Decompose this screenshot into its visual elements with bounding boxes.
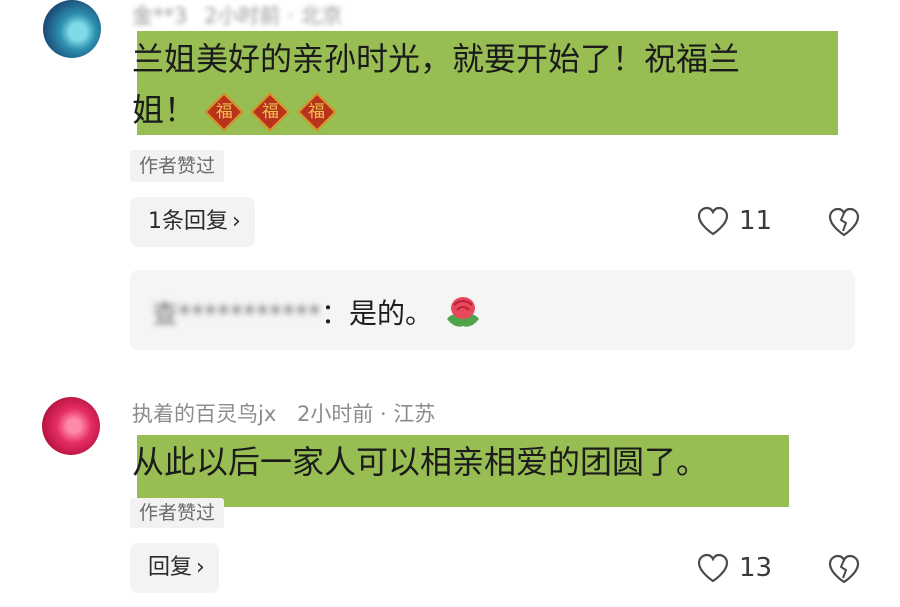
sub-reply-content: 查*********** ：是的。 — [152, 292, 483, 332]
location: 北京 — [300, 4, 343, 28]
fu-emoji-icon: 福 — [296, 92, 337, 132]
like-button[interactable]: 13 — [697, 553, 772, 583]
comment-meta: 执着的百灵鸟jx 2小时前 · 江苏 — [132, 398, 435, 428]
timestamp: 2小时前 — [296, 402, 374, 426]
sub-reply-author[interactable]: 查*********** — [152, 294, 321, 331]
reply-label: 回复 — [148, 555, 193, 580]
comment-text: 从此以后一家人可以相亲相爱的团圆了。 — [132, 443, 709, 481]
author-liked-badge: 作者赞过 — [130, 498, 225, 528]
like-count: 11 — [739, 206, 773, 236]
heart-icon — [697, 553, 729, 583]
meta-separator: · — [287, 4, 294, 28]
comment-text-line-1: 兰姐美好的亲孙时光，就要开始了！祝福兰 — [132, 40, 741, 78]
broken-heart-icon — [828, 554, 860, 584]
timestamp: 2小时前 — [204, 4, 281, 28]
sub-reply-text: ：是的。 — [321, 297, 434, 330]
reply-button[interactable]: 回复 › — [130, 543, 219, 593]
dislike-button[interactable] — [828, 554, 860, 588]
author-liked-badge: 作者赞过 — [130, 150, 225, 182]
like-count: 13 — [739, 553, 773, 583]
fu-emoji-icon: 福 — [204, 92, 244, 132]
dislike-button[interactable] — [828, 207, 860, 241]
comment-meta: 金**3 2小时前 · 北京 — [132, 0, 343, 30]
chevron-right-icon: › — [232, 209, 241, 234]
username[interactable]: 金**3 — [132, 4, 187, 28]
like-button[interactable]: 11 — [697, 206, 772, 236]
location: 江苏 — [393, 402, 436, 426]
rose-emoji-icon — [447, 297, 480, 327]
meta-separator: · — [380, 402, 387, 426]
broken-heart-icon — [828, 207, 860, 237]
username[interactable]: 执着的百灵鸟jx — [132, 402, 276, 426]
comment-text: 姐！ — [132, 91, 197, 129]
view-replies-label: 1条回复 — [148, 209, 228, 234]
comment-text-line-2: 姐！ 福 福 福 — [132, 85, 337, 135]
fu-emoji-icon: 福 — [250, 92, 291, 132]
view-replies-button[interactable]: 1条回复 › — [130, 197, 255, 247]
avatar[interactable] — [43, 0, 101, 58]
heart-icon — [697, 206, 729, 236]
chevron-right-icon: › — [196, 555, 205, 580]
avatar[interactable] — [42, 397, 100, 455]
